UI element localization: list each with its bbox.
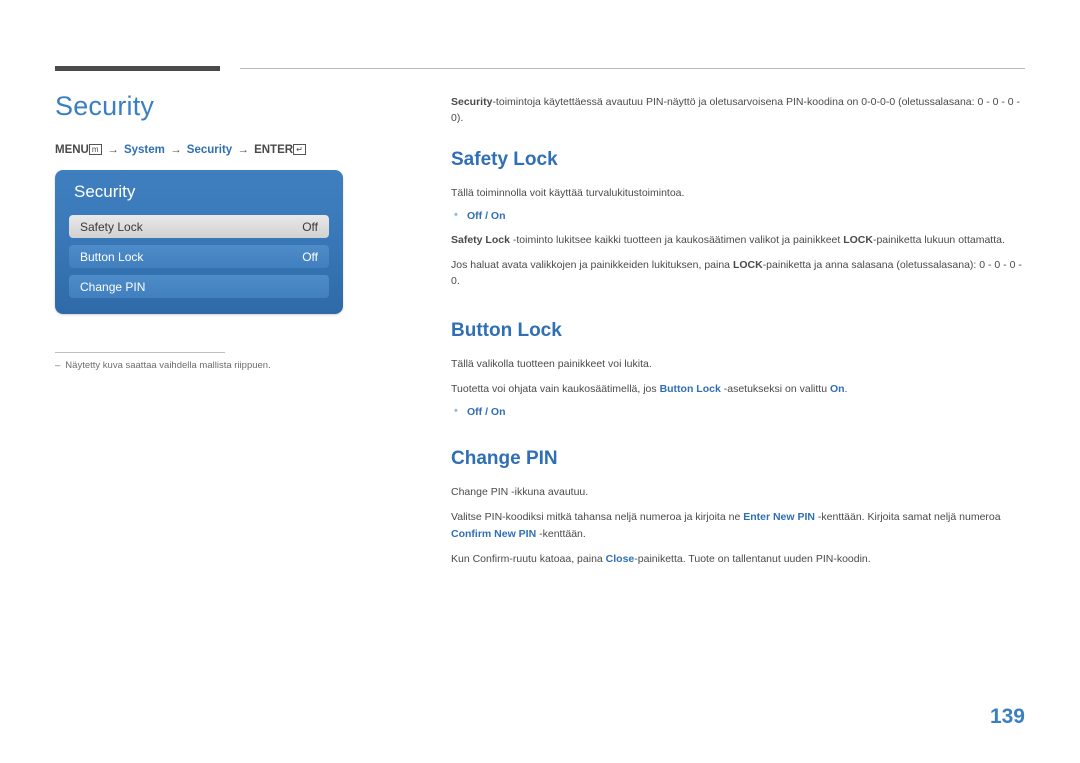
change-pin-paragraph-1: Change PIN -ikkuna avautuu. xyxy=(451,486,589,499)
osd-title: Security xyxy=(74,181,136,201)
enter-icon: ↵ xyxy=(293,143,306,155)
footnote-dash: – xyxy=(55,360,61,371)
menu-path-arrow-1: → xyxy=(107,143,119,156)
button-lock-options: Off / On xyxy=(451,405,1026,418)
safety-lock-options: Off / On xyxy=(451,209,1026,222)
osd-row-label: Change PIN xyxy=(80,279,146,294)
button-lock-paragraph-1: Tällä valikolla tuotteen painikkeet voi … xyxy=(451,357,652,370)
menu-path-enter-label: ENTER xyxy=(254,143,294,156)
safety-lock-p3-bold-lock: LOCK xyxy=(732,259,763,272)
footnote-divider xyxy=(55,352,225,353)
change-pin-p2-text-c: -kenttään. xyxy=(536,527,586,540)
menu-path-menu-label: MENU xyxy=(55,143,89,156)
button-lock-p2-text-a: Tuotetta voi ohjata vain kaukosäätimellä… xyxy=(451,382,660,395)
change-pin-p2-blue-1: Enter New PIN xyxy=(743,511,815,524)
osd-panel: Security Safety Lock Off Button Lock Off… xyxy=(55,169,343,314)
button-lock-paragraph-2: Tuotetta voi ohjata vain kaukosäätimellä… xyxy=(451,381,1026,397)
safety-lock-p2-post: -painiketta lukuun ottamatta. xyxy=(872,233,1005,246)
intro-paragraph: Security-toimintoja käytettäessä avautuu… xyxy=(451,95,1026,127)
osd-row-button-lock[interactable]: Button Lock Off xyxy=(69,244,329,268)
page-number: 139 xyxy=(989,705,1025,728)
osd-row-safety-lock[interactable]: Safety Lock Off xyxy=(69,214,329,238)
footnote: – Näytetty kuva saattaa vaihdella mallist… xyxy=(55,360,385,371)
safety-lock-paragraph-2: Safety Lock -toiminto lukitsee kaikki tu… xyxy=(451,232,1026,248)
header-rule-accent xyxy=(55,66,220,71)
section-title-safety-lock: Safety Lock xyxy=(451,148,558,170)
safety-lock-p2-text: -toiminto lukitsee kaikki tuotteen ja ka… xyxy=(509,233,844,246)
safety-lock-p2-bold: Safety Lock xyxy=(451,233,510,246)
change-pin-p3-text-b: -painiketta. Tuote on tallentanut uuden … xyxy=(634,552,871,565)
section-title-button-lock: Button Lock xyxy=(451,319,562,341)
intro-bold-lead: Security xyxy=(451,96,493,108)
menu-path-arrow-2: → xyxy=(170,143,182,156)
menu-path: MENU m → System → Security → ENTER ↵ xyxy=(55,143,395,156)
footnote-text: Näytetty kuva saattaa vaihdella mallista… xyxy=(65,360,271,371)
osd-row-label: Safety Lock xyxy=(80,219,143,234)
button-lock-p2-blue-1: Button Lock xyxy=(659,382,721,395)
menu-path-item-security: Security xyxy=(186,143,233,156)
osd-row-change-pin[interactable]: Change PIN xyxy=(69,274,329,298)
safety-lock-p2-bold-lock: LOCK xyxy=(843,233,873,246)
osd-row-value: Off xyxy=(302,249,318,264)
change-pin-p2-text-a: Valitse PIN-koodiksi mitkä tahansa neljä… xyxy=(451,511,744,524)
button-lock-p2-text-c: . xyxy=(844,382,848,395)
button-lock-p2-text-b: -asetukseksi on valittu xyxy=(720,382,830,395)
left-column: Security MENU m → System → Security → ENT… xyxy=(55,91,395,314)
change-pin-paragraph-3: Kun Confirm-ruutu katoaa, paina Close-pa… xyxy=(451,551,1026,567)
safety-lock-paragraph-3: Jos haluat avata valikkojen ja painikkei… xyxy=(451,257,1026,290)
change-pin-p3-blue: Close xyxy=(605,552,635,565)
change-pin-paragraph-2: Valitse PIN-koodiksi mitkä tahansa neljä… xyxy=(451,509,1026,542)
osd-row-value: Off xyxy=(302,219,318,234)
intro-rest: -toimintoja käytettäessä avautuu PIN-näy… xyxy=(451,96,1021,124)
page-title: Security xyxy=(55,91,155,121)
button-lock-p2-blue-2: On xyxy=(829,382,845,395)
right-column: Security-toimintoja käytettäessä avautuu… xyxy=(451,95,1026,576)
change-pin-p3-text-a: Kun Confirm-ruutu katoaa, paina xyxy=(451,552,606,565)
menu-path-arrow-3: → xyxy=(237,143,249,156)
menu-icon: m xyxy=(88,143,103,155)
safety-lock-paragraph-1: Tällä toiminnolla voit käyttää turvaluki… xyxy=(451,186,685,199)
change-pin-p2-blue-2: Confirm New PIN xyxy=(451,527,537,540)
menu-path-item-system: System xyxy=(123,143,165,156)
section-title-change-pin: Change PIN xyxy=(451,448,558,470)
safety-lock-p3-text-a: Jos haluat avata valikkojen ja painikkei… xyxy=(451,259,733,272)
osd-row-list: Safety Lock Off Button Lock Off Change P… xyxy=(69,214,329,305)
change-pin-p2-text-b: -kenttään. Kirjoita samat neljä numeroa xyxy=(814,511,1001,524)
header-rule-line xyxy=(240,68,1025,69)
osd-row-label: Button Lock xyxy=(80,249,144,264)
